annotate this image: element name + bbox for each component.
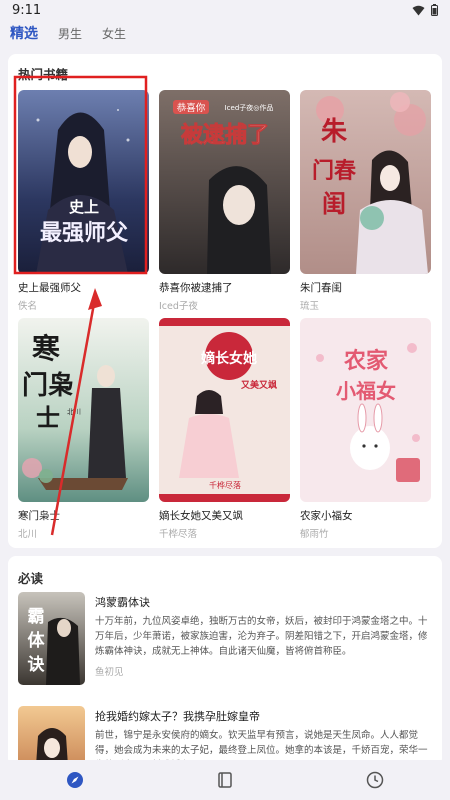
book-author: 北川 <box>18 529 38 540</box>
list-item[interactable]: 抢我婚约嫁太子？我携孕肚嫁皇帝 前世，锦宁是永安侯府的嫡女。钦天监早有预言，说她… <box>18 706 432 766</box>
book-author: 郁雨竹 <box>300 529 329 540</box>
svg-text:朱: 朱 <box>321 117 348 147</box>
book-card[interactable]: 农家 小福女 农家小福女 郁雨竹 <box>300 318 432 540</box>
svg-text:小福女: 小福女 <box>336 379 396 403</box>
svg-text:寒: 寒 <box>32 332 60 365</box>
nav-bookshelf[interactable] <box>205 765 245 795</box>
svg-text:霸: 霸 <box>28 607 45 627</box>
svg-text:恭喜你: 恭喜你 <box>177 102 206 114</box>
book-title[interactable]: 朱门春闺 <box>300 280 432 295</box>
book-title[interactable]: 恭喜你被逮捕了 <box>159 280 291 295</box>
book-title[interactable]: 鸿蒙霸体诀 <box>95 594 150 610</box>
nav-history[interactable] <box>355 765 395 795</box>
book-card[interactable]: 史上 最强师父 史上最强师父 佚名 <box>18 90 150 312</box>
svg-text:农家: 农家 <box>343 348 389 374</box>
book-cover[interactable]: 霸 体 诀 <box>18 592 85 685</box>
svg-text:诀: 诀 <box>28 655 46 675</box>
book-card[interactable]: 朱 门春 闺 朱门春闺 琉玉 <box>300 90 432 312</box>
svg-text:门枭: 门枭 <box>22 370 74 401</box>
svg-text:体: 体 <box>28 630 46 651</box>
tab-female[interactable]: 女生 <box>102 25 126 42</box>
book-cover[interactable] <box>18 706 85 766</box>
compass-icon <box>67 772 83 788</box>
book-cover[interactable]: 朱 门春 闺 <box>300 90 431 274</box>
svg-text:嫡长女她: 嫡长女她 <box>201 350 257 367</box>
book-author: 佚名 <box>18 301 38 312</box>
book-title[interactable]: 寒门枭士 <box>18 508 150 523</box>
section-title-hot-books: 热门书籍 <box>18 67 69 82</box>
book-cover[interactable]: 嫡长女她 又美又飒 千桦尽落 <box>159 318 290 502</box>
svg-text:士: 士 <box>36 403 60 432</box>
book-title[interactable]: 嫡长女她又美又飒 <box>159 508 291 523</box>
book-title[interactable]: 农家小福女 <box>300 508 432 523</box>
svg-text:北川: 北川 <box>67 408 81 416</box>
book-title[interactable]: 抢我婚约嫁太子？我携孕肚嫁皇帝 <box>95 708 260 724</box>
clock-icon <box>366 771 384 789</box>
book-author: Iced子夜 <box>159 301 198 312</box>
svg-text:又美又飒: 又美又飒 <box>240 379 277 391</box>
status-bar: 9:11 <box>0 0 450 20</box>
book-card[interactable]: 嫡长女她 又美又飒 千桦尽落 嫡长女她又美又飒 千桦尽落 <box>159 318 291 540</box>
svg-text:Iced子夜◎作品: Iced子夜◎作品 <box>225 103 274 112</box>
book-description: 十万年前，九位风姿卓绝，独断万古的女帝，妖后，被封印于鸿蒙金塔之中。十万年后，少… <box>95 616 428 657</box>
book-cover[interactable]: 寒 门枭 士 北川 <box>18 318 149 502</box>
tab-male[interactable]: 男生 <box>58 25 82 42</box>
hot-books-section: 热门书籍 史上 最强师父 史上最强师父 佚名 恭喜你 Iced子夜◎作品 被逮捕… <box>8 54 442 548</box>
svg-text:被逮捕了: 被逮捕了 <box>181 122 269 148</box>
book-cover[interactable]: 农家 小福女 <box>300 318 431 502</box>
book-author: 千桦尽落 <box>159 529 198 540</box>
cover-text: 最强师父 <box>40 220 129 246</box>
section-title-must-read: 必读 <box>18 571 44 586</box>
status-time: 9:11 <box>12 2 42 18</box>
cover-text: 史上 <box>69 198 99 216</box>
tab-featured[interactable]: 精选 <box>10 23 38 43</box>
book-title[interactable]: 史上最强师父 <box>18 280 150 295</box>
book-author: 琉玉 <box>300 301 320 312</box>
wifi-icon <box>412 5 425 15</box>
book-cover[interactable]: 史上 最强师父 <box>18 90 149 274</box>
bookshelf-icon <box>218 772 232 788</box>
svg-text:闺: 闺 <box>322 189 346 218</box>
svg-text:门春: 门春 <box>312 158 356 184</box>
book-author: 鱼初见 <box>95 667 124 678</box>
book-card[interactable]: 寒 门枭 士 北川 寒门枭士 北川 <box>18 318 150 540</box>
svg-text:千桦尽落: 千桦尽落 <box>209 480 241 490</box>
bottom-nav <box>0 760 450 800</box>
book-card[interactable]: 恭喜你 Iced子夜◎作品 被逮捕了 恭喜你被逮捕了 Iced子夜 <box>159 90 291 312</box>
must-read-section: 必读 霸 体 诀 鸿蒙霸体诀 十万年前，九位风姿卓绝，独断万古的女帝，妖后，被封… <box>8 556 442 766</box>
category-tabs: 精选 男生 女生 <box>0 22 450 44</box>
nav-discover[interactable] <box>55 765 95 795</box>
battery-icon <box>431 4 438 16</box>
book-cover[interactable]: 恭喜你 Iced子夜◎作品 被逮捕了 <box>159 90 290 274</box>
list-item[interactable]: 霸 体 诀 鸿蒙霸体诀 十万年前，九位风姿卓绝，独断万古的女帝，妖后，被封印于鸿… <box>18 592 432 692</box>
